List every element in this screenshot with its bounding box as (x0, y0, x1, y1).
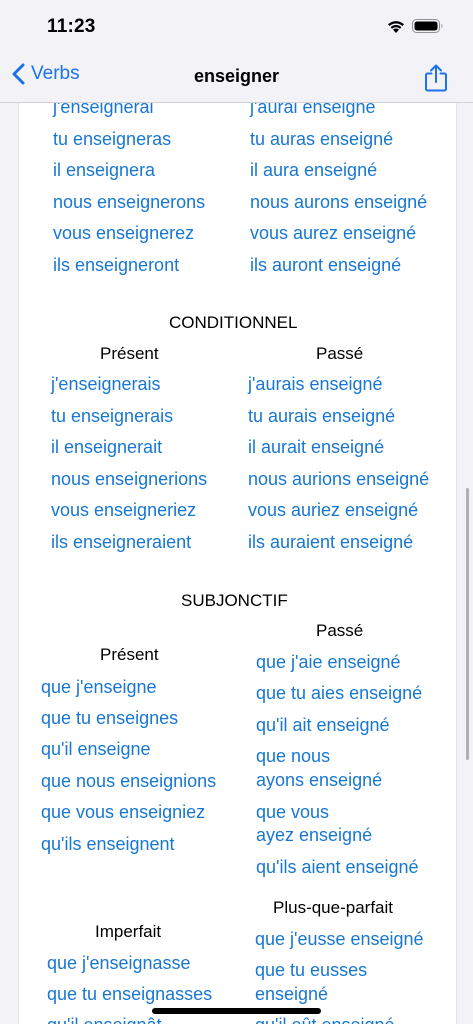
form-futur-anterieur[interactable]: il aura enseigné (250, 160, 377, 181)
scroll-indicator[interactable] (466, 488, 469, 760)
form-subjonctif-present[interactable]: qu'il enseigne (41, 739, 151, 760)
subheading-imparfait: Imperfait (95, 922, 162, 941)
form-conditionnel-passe[interactable]: il aurait enseigné (248, 437, 384, 458)
conjugation-card: j'enseignerai tu enseigneras il enseigne… (18, 103, 457, 1024)
section-heading-conditionnel: CONDITIONNEL (169, 313, 298, 332)
form-subjonctif-imparfait[interactable]: qu'il enseignât (47, 1015, 162, 1024)
form-futur-simple[interactable]: j'enseignerai (53, 103, 154, 118)
form-futur-simple[interactable]: vous enseignerez (53, 223, 194, 244)
status-bar: 11:23 (0, 0, 473, 54)
form-subjonctif-passe[interactable]: ayons enseigné (256, 770, 382, 791)
form-conditionnel-passe[interactable]: j'aurais enseigné (248, 374, 383, 395)
battery-icon (412, 18, 444, 39)
form-subjonctif-present[interactable]: que nous enseignions (41, 771, 216, 792)
form-futur-simple[interactable]: il enseignera (53, 160, 155, 181)
form-conditionnel-passe[interactable]: tu aurais enseigné (248, 406, 395, 427)
page-title: enseigner (193, 66, 280, 86)
home-indicator[interactable] (152, 1008, 321, 1014)
form-subjonctif-passe[interactable]: que j'aie enseigné (256, 652, 401, 673)
form-subjonctif-imparfait[interactable]: que tu enseignasses (47, 984, 212, 1005)
form-subjonctif-passe[interactable]: qu'ils aient enseigné (256, 857, 419, 878)
form-subjonctif-plus-que-parfait[interactable]: que tu eusses (255, 960, 367, 981)
subheading-plus-que-parfait: Plus-que-parfait (273, 898, 394, 917)
form-subjonctif-plus-que-parfait[interactable]: enseigné (255, 984, 328, 1005)
form-futur-simple[interactable]: tu enseigneras (53, 129, 171, 150)
form-futur-anterieur[interactable]: tu auras enseigné (250, 129, 393, 150)
form-subjonctif-present[interactable]: qu'ils enseignent (41, 834, 175, 855)
form-conditionnel-present[interactable]: vous enseigneriez (51, 500, 196, 521)
form-conditionnel-present[interactable]: nous enseignerions (51, 469, 207, 490)
form-conditionnel-present[interactable]: il enseignerait (51, 437, 162, 458)
form-conditionnel-present[interactable]: tu enseignerais (51, 406, 173, 427)
wifi-icon (386, 18, 406, 39)
form-subjonctif-passe[interactable]: que nous (256, 746, 330, 767)
form-futur-anterieur[interactable]: vous aurez enseigné (250, 223, 416, 244)
subheading-conditionnel-passe: Passé (316, 344, 364, 363)
form-futur-anterieur[interactable]: j'aurai enseigné (250, 103, 376, 118)
subheading-conditionnel-present: Présent (100, 344, 159, 363)
form-subjonctif-imparfait[interactable]: que j'enseignasse (47, 953, 191, 974)
form-subjonctif-plus-que-parfait[interactable]: que j'eusse enseigné (255, 929, 424, 950)
form-futur-anterieur[interactable]: ils auront enseigné (250, 255, 401, 276)
form-conditionnel-passe[interactable]: vous auriez enseigné (248, 500, 418, 521)
share-button[interactable] (423, 63, 449, 98)
form-subjonctif-passe[interactable]: qu'il ait enseigné (256, 715, 390, 736)
form-conditionnel-passe[interactable]: ils auraient enseigné (248, 532, 413, 553)
form-conditionnel-present[interactable]: j'enseignerais (51, 374, 161, 395)
form-futur-simple[interactable]: nous enseignerons (53, 192, 205, 213)
status-time: 11:23 (47, 16, 96, 37)
form-conditionnel-passe[interactable]: nous aurions enseigné (248, 469, 429, 490)
form-futur-simple[interactable]: ils enseigneront (53, 255, 179, 276)
form-conditionnel-present[interactable]: ils enseigneraient (51, 532, 191, 553)
form-subjonctif-passe[interactable]: que vous (256, 802, 329, 823)
form-subjonctif-present[interactable]: que j'enseigne (41, 677, 157, 698)
subheading-subjonctif-passe: Passé (316, 621, 364, 640)
form-subjonctif-present[interactable]: que tu enseignes (41, 708, 178, 729)
form-subjonctif-passe[interactable]: ayez enseigné (256, 825, 372, 846)
form-subjonctif-present[interactable]: que vous enseigniez (41, 802, 205, 823)
form-subjonctif-plus-que-parfait[interactable]: qu'il eût enseigné (255, 1015, 395, 1024)
section-heading-subjonctif: SUBJONCTIF (181, 591, 288, 610)
subheading-subjonctif-present: Présent (100, 645, 159, 664)
form-subjonctif-passe[interactable]: que tu aies enseigné (256, 683, 422, 704)
navigation-bar: Verbs enseigner (0, 54, 473, 103)
form-futur-anterieur[interactable]: nous aurons enseigné (250, 192, 427, 213)
share-icon (425, 64, 447, 92)
conjugation-scroll-view[interactable]: j'enseignerai tu enseigneras il enseigne… (0, 103, 473, 1024)
